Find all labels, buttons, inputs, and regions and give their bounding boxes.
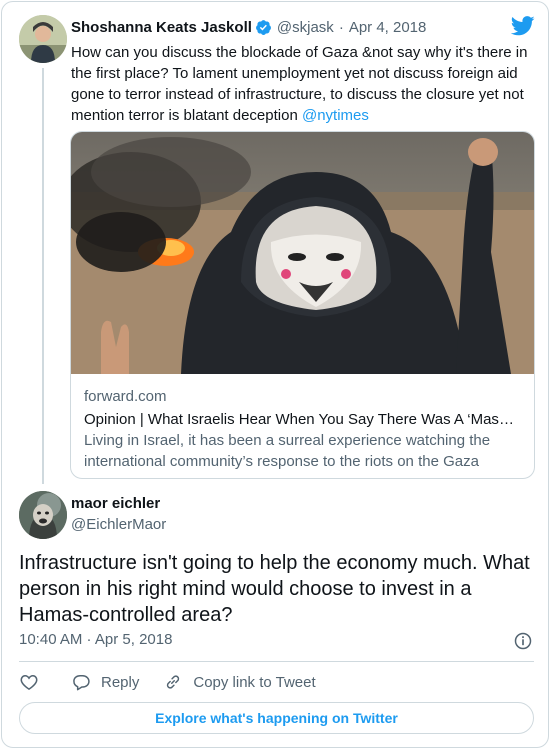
meta-separator: · bbox=[338, 18, 344, 36]
tweet-body: How can you discuss the blockade of Gaza… bbox=[71, 44, 528, 124]
twitter-bird-icon[interactable] bbox=[511, 16, 535, 36]
author-name[interactable]: Shoshanna Keats Jaskoll bbox=[71, 19, 252, 36]
copy-link-button[interactable]: Copy link to Tweet bbox=[163, 672, 316, 692]
tweet-timestamp[interactable]: 10:40 AM · Apr 5, 2018 bbox=[19, 631, 172, 648]
link-title: Opinion | What Israelis Hear When You Sa… bbox=[84, 411, 520, 428]
link-icon bbox=[167, 675, 180, 689]
reply-tweet-text: Infrastructure isn't going to help the e… bbox=[19, 552, 530, 626]
info-icon[interactable] bbox=[513, 631, 533, 651]
link-description: Living in Israel, it has been a surreal … bbox=[84, 432, 491, 470]
verified-badge-icon bbox=[255, 19, 271, 35]
reply-button[interactable]: Reply bbox=[71, 672, 139, 692]
explore-twitter-button[interactable]: Explore what's happening on Twitter bbox=[19, 702, 534, 734]
avatar[interactable] bbox=[19, 491, 67, 539]
avatar[interactable] bbox=[19, 15, 67, 63]
divider bbox=[19, 661, 534, 662]
heart-icon bbox=[20, 674, 38, 690]
like-button[interactable] bbox=[19, 672, 39, 692]
reply-label: Reply bbox=[101, 673, 140, 691]
parent-tweet-header: Shoshanna Keats Jaskoll @skjask · Apr 4,… bbox=[71, 17, 426, 37]
reply-icon bbox=[73, 675, 90, 691]
mention-link[interactable]: @nytimes bbox=[302, 107, 369, 124]
link-preview-image bbox=[71, 132, 534, 374]
parent-tweet-text: How can you discuss the blockade of Gaza… bbox=[71, 42, 533, 126]
copy-link-label: Copy link to Tweet bbox=[193, 673, 316, 691]
embedded-tweet-card: Shoshanna Keats Jaskoll @skjask · Apr 4,… bbox=[1, 1, 549, 748]
reply-author-name[interactable]: maor eichler bbox=[71, 495, 160, 512]
tweet-date[interactable]: Apr 4, 2018 bbox=[349, 19, 427, 36]
tweet-actions: Reply Copy link to Tweet bbox=[19, 670, 316, 694]
reply-author-handle[interactable]: @EichlerMaor bbox=[71, 516, 166, 533]
author-handle[interactable]: @skjask bbox=[277, 19, 334, 36]
link-preview-card[interactable]: forward.com Opinion | What Israelis Hear… bbox=[70, 131, 535, 479]
link-domain: forward.com bbox=[84, 388, 167, 405]
thread-connector-line bbox=[42, 68, 44, 484]
